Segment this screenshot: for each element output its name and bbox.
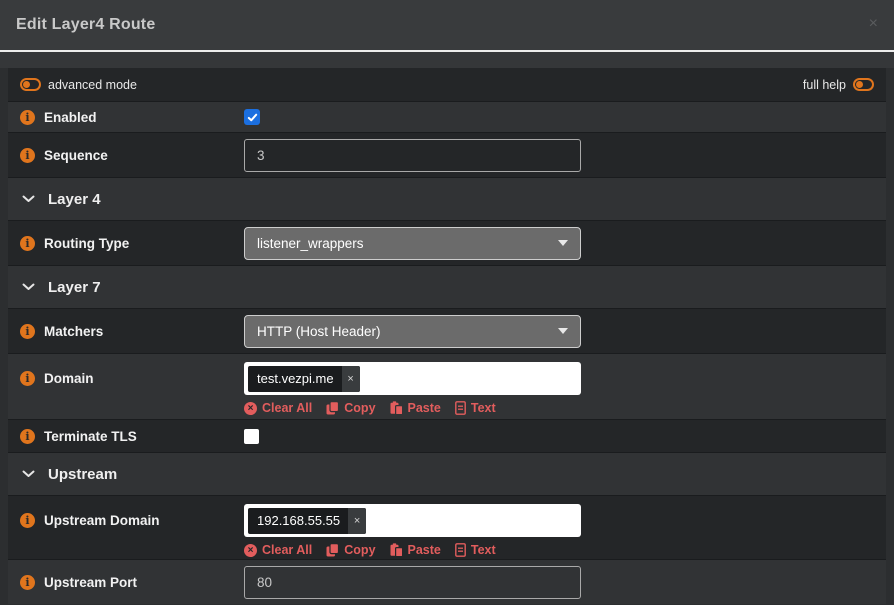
routing-type-label: Routing Type [44,236,129,251]
help-toolbar-row: advanced mode full help [8,68,886,101]
domain-field-group: test.vezpi.me × × Clear All Copy [244,362,581,415]
paste-label: Paste [408,401,441,415]
copy-label: Copy [344,401,375,415]
domain-row: i Domain test.vezpi.me × × Clear All [8,353,886,419]
paste-button[interactable]: Paste [390,543,441,557]
chevron-down-icon [558,240,568,246]
domain-label: Domain [44,371,94,386]
info-icon[interactable]: i [20,371,35,386]
clear-all-button[interactable]: × Clear All [244,543,312,557]
terminate-tls-row: i Terminate TLS [8,419,886,452]
enabled-row: i Enabled [8,101,886,132]
upstream-domain-tag-text: 192.168.55.55 [257,513,340,528]
info-icon[interactable]: i [20,148,35,163]
upstream-port-label: Upstream Port [44,575,137,590]
section-upstream-title: Upstream [48,466,117,483]
upstream-domain-field-group: 192.168.55.55 × × Clear All Copy [244,504,581,557]
copy-button[interactable]: Copy [326,401,375,415]
domain-tag-input[interactable]: test.vezpi.me × [244,362,581,395]
modal-body-spacer [0,52,894,68]
routing-type-row: i Routing Type listener_wrappers [8,220,886,265]
upstream-domain-row: i Upstream Domain 192.168.55.55 × × Clea… [8,495,886,559]
modal-title: Edit Layer4 Route [16,16,155,34]
upstream-domain-label: Upstream Domain [44,513,160,528]
terminate-tls-label: Terminate TLS [44,429,137,444]
modal-header: Edit Layer4 Route × [0,0,894,52]
matchers-label: Matchers [44,324,103,339]
close-icon[interactable]: × [869,16,878,32]
clear-all-label: Clear All [262,401,312,415]
matchers-select[interactable]: HTTP (Host Header) [244,315,581,348]
enabled-label: Enabled [44,110,97,125]
domain-tag: test.vezpi.me × [248,366,360,392]
copy-label: Copy [344,543,375,557]
edit-route-form: advanced mode full help i Enabled i Sequ… [8,68,886,604]
copy-icon [326,401,339,415]
copy-button[interactable]: Copy [326,543,375,557]
sequence-label: Sequence [44,148,108,163]
file-text-icon [455,401,466,415]
section-layer4[interactable]: Layer 4 [8,177,886,220]
advanced-mode-label: advanced mode [48,78,137,92]
section-layer7-title: Layer 7 [48,279,101,296]
clear-all-icon: × [244,544,257,557]
domain-tag-text: test.vezpi.me [257,371,334,386]
sequence-row: i Sequence [8,132,886,177]
chevron-down-icon [558,328,568,334]
remove-tag-icon[interactable]: × [348,508,366,534]
chevron-down-icon[interactable] [22,470,35,478]
clear-all-icon: × [244,402,257,415]
info-icon[interactable]: i [20,429,35,444]
full-help-toggle-icon[interactable] [853,78,874,91]
full-help-toggle-group[interactable]: full help [803,78,874,92]
matchers-row: i Matchers HTTP (Host Header) [8,308,886,353]
upstream-domain-tag: 192.168.55.55 × [248,508,366,534]
chevron-down-icon[interactable] [22,283,35,291]
upstream-port-row: i Upstream Port [8,559,886,604]
section-layer7[interactable]: Layer 7 [8,265,886,308]
paste-label: Paste [408,543,441,557]
text-label: Text [471,543,496,557]
remove-tag-icon[interactable]: × [342,366,360,392]
advanced-mode-toggle-group[interactable]: advanced mode [20,78,137,92]
terminate-tls-checkbox[interactable] [244,429,259,444]
file-text-icon [455,543,466,557]
info-icon[interactable]: i [20,513,35,528]
clear-all-button[interactable]: × Clear All [244,401,312,415]
paste-icon [390,543,403,557]
paste-icon [390,401,403,415]
info-icon[interactable]: i [20,110,35,125]
section-layer4-title: Layer 4 [48,191,101,208]
full-help-label: full help [803,78,846,92]
info-icon[interactable]: i [20,324,35,339]
enabled-checkbox[interactable] [244,109,260,125]
text-button[interactable]: Text [455,401,496,415]
check-icon [247,112,258,123]
routing-type-selected-value: listener_wrappers [257,236,364,251]
domain-tag-actions: × Clear All Copy Paste [244,401,581,415]
chevron-down-icon[interactable] [22,195,35,203]
advanced-mode-toggle-icon[interactable] [20,78,41,91]
routing-type-select[interactable]: listener_wrappers [244,227,581,260]
info-icon[interactable]: i [20,575,35,590]
text-label: Text [471,401,496,415]
upstream-port-input[interactable] [244,566,581,599]
text-button[interactable]: Text [455,543,496,557]
copy-icon [326,543,339,557]
upstream-domain-tag-input[interactable]: 192.168.55.55 × [244,504,581,537]
paste-button[interactable]: Paste [390,401,441,415]
upstream-domain-tag-actions: × Clear All Copy Paste [244,543,581,557]
info-icon[interactable]: i [20,236,35,251]
clear-all-label: Clear All [262,543,312,557]
section-upstream[interactable]: Upstream [8,452,886,495]
sequence-input[interactable] [244,139,581,172]
matchers-selected-value: HTTP (Host Header) [257,324,381,339]
